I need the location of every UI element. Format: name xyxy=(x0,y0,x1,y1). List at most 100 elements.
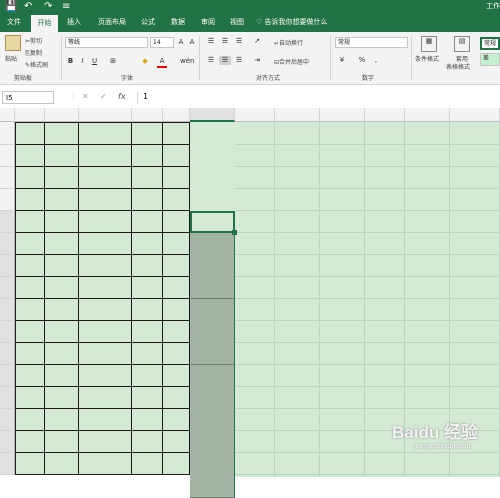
table-cell[interactable] xyxy=(15,453,45,475)
merged-cell-4[interactable] xyxy=(190,365,235,498)
table-cell[interactable] xyxy=(45,387,79,409)
table-cell[interactable] xyxy=(15,189,45,211)
align-top-icon[interactable]: ☰ xyxy=(205,37,217,46)
table-cell[interactable] xyxy=(79,167,132,189)
table-format-label[interactable]: 表格格式 xyxy=(446,62,470,71)
name-box[interactable]: I5 xyxy=(2,91,54,104)
table-cell[interactable] xyxy=(45,343,79,365)
tab-view[interactable]: 视图 xyxy=(225,13,249,32)
insert-function-icon[interactable]: fx xyxy=(118,92,126,101)
table-cell[interactable] xyxy=(163,189,190,211)
table-cell[interactable] xyxy=(163,211,190,233)
row-header-10[interactable] xyxy=(0,321,15,343)
table-cell[interactable] xyxy=(163,453,190,475)
table-cell[interactable] xyxy=(79,321,132,343)
column-header-a[interactable] xyxy=(15,108,45,122)
table-cell[interactable] xyxy=(15,233,45,255)
table-cell[interactable] xyxy=(132,211,163,233)
underline-icon[interactable]: U xyxy=(90,57,99,66)
table-cell[interactable] xyxy=(79,431,132,453)
table-cell[interactable] xyxy=(15,211,45,233)
table-cell[interactable] xyxy=(45,431,79,453)
paste-icon[interactable] xyxy=(5,35,21,51)
format-painter-button[interactable]: ✎格式刷 xyxy=(25,60,48,69)
table-header-cell[interactable] xyxy=(163,122,190,145)
border-icon[interactable]: ⊞ xyxy=(108,57,118,66)
table-cell[interactable] xyxy=(15,365,45,387)
table-cell[interactable] xyxy=(45,167,79,189)
table-cell[interactable] xyxy=(15,409,45,431)
align-left-icon[interactable]: ☰ xyxy=(205,56,217,65)
table-header-cell[interactable] xyxy=(15,122,45,145)
table-cell[interactable] xyxy=(132,343,163,365)
table-cell[interactable] xyxy=(45,409,79,431)
copy-button[interactable]: ⎘复制 xyxy=(25,48,42,58)
indent-icon[interactable]: ⇥ xyxy=(251,56,263,65)
row-header-12[interactable] xyxy=(0,365,15,387)
align-center-icon[interactable]: ☰ xyxy=(219,56,231,65)
table-cell[interactable] xyxy=(163,365,190,387)
enter-icon[interactable]: ✓ xyxy=(100,92,107,101)
table-cell[interactable] xyxy=(132,299,163,321)
table-format-icon[interactable]: ▤ xyxy=(454,36,470,52)
table-cell[interactable] xyxy=(45,145,79,167)
tab-file[interactable]: 文件 xyxy=(2,13,26,32)
table-cell[interactable] xyxy=(79,211,132,233)
table-cell[interactable] xyxy=(132,277,163,299)
table-cell[interactable] xyxy=(45,277,79,299)
column-header-l[interactable] xyxy=(320,108,365,122)
row-header-15[interactable] xyxy=(0,431,15,453)
column-header-j[interactable] xyxy=(235,108,275,122)
paste-label[interactable]: 粘贴 xyxy=(5,54,17,63)
row-header-3[interactable] xyxy=(0,167,15,189)
italic-icon[interactable]: I xyxy=(78,57,87,66)
table-cell[interactable] xyxy=(163,321,190,343)
table-cell[interactable] xyxy=(132,365,163,387)
align-bottom-icon[interactable]: ☰ xyxy=(233,37,245,46)
table-cell[interactable] xyxy=(132,167,163,189)
cut-button[interactable]: ✂剪切 xyxy=(25,36,42,45)
increase-font-icon[interactable]: A xyxy=(176,38,186,47)
row-header-13[interactable] xyxy=(0,387,15,409)
row-header-2[interactable] xyxy=(0,145,15,167)
table-cell[interactable] xyxy=(45,233,79,255)
bold-icon[interactable]: B xyxy=(66,57,75,66)
table-cell[interactable] xyxy=(163,431,190,453)
column-header-b[interactable] xyxy=(45,108,79,122)
row-header-7[interactable] xyxy=(0,255,15,277)
comma-icon[interactable]: , xyxy=(370,56,382,65)
table-cell[interactable] xyxy=(15,277,45,299)
table-cell[interactable] xyxy=(45,211,79,233)
customize-quick-access-icon[interactable]: ≡ xyxy=(62,0,70,13)
table-header-cell[interactable] xyxy=(79,122,132,145)
tab-home[interactable]: 开始 xyxy=(31,15,58,32)
tell-me-box[interactable]: ♡ 告诉我你想要做什么 xyxy=(256,13,336,32)
table-cell[interactable] xyxy=(45,453,79,475)
table-cell[interactable] xyxy=(79,277,132,299)
table-cell[interactable] xyxy=(79,343,132,365)
table-cell[interactable] xyxy=(79,453,132,475)
column-header-c[interactable] xyxy=(79,108,132,122)
table-cell[interactable] xyxy=(132,409,163,431)
row-header-4[interactable] xyxy=(0,189,15,211)
table-cell[interactable] xyxy=(163,299,190,321)
column-header-d[interactable] xyxy=(132,108,163,122)
row-header-1[interactable] xyxy=(0,122,15,145)
row-header-16[interactable] xyxy=(0,453,15,475)
table-cell[interactable] xyxy=(163,233,190,255)
formula-input[interactable]: 1 xyxy=(143,92,148,101)
column-header-o[interactable] xyxy=(450,108,500,122)
table-cell[interactable] xyxy=(15,321,45,343)
table-cell[interactable] xyxy=(15,255,45,277)
tab-data[interactable]: 数据 xyxy=(166,13,190,32)
table-cell[interactable] xyxy=(132,189,163,211)
wrap-text-button[interactable]: ↵自动换行 xyxy=(274,38,303,47)
table-cell[interactable] xyxy=(15,431,45,453)
table-cell[interactable] xyxy=(79,189,132,211)
align-right-icon[interactable]: ☰ xyxy=(233,56,245,65)
undo-icon[interactable]: ↶ xyxy=(24,0,32,13)
column-header-k[interactable] xyxy=(275,108,320,122)
table-cell[interactable] xyxy=(79,255,132,277)
phonetic-icon[interactable]: wén xyxy=(180,57,194,66)
table-cell[interactable] xyxy=(79,365,132,387)
